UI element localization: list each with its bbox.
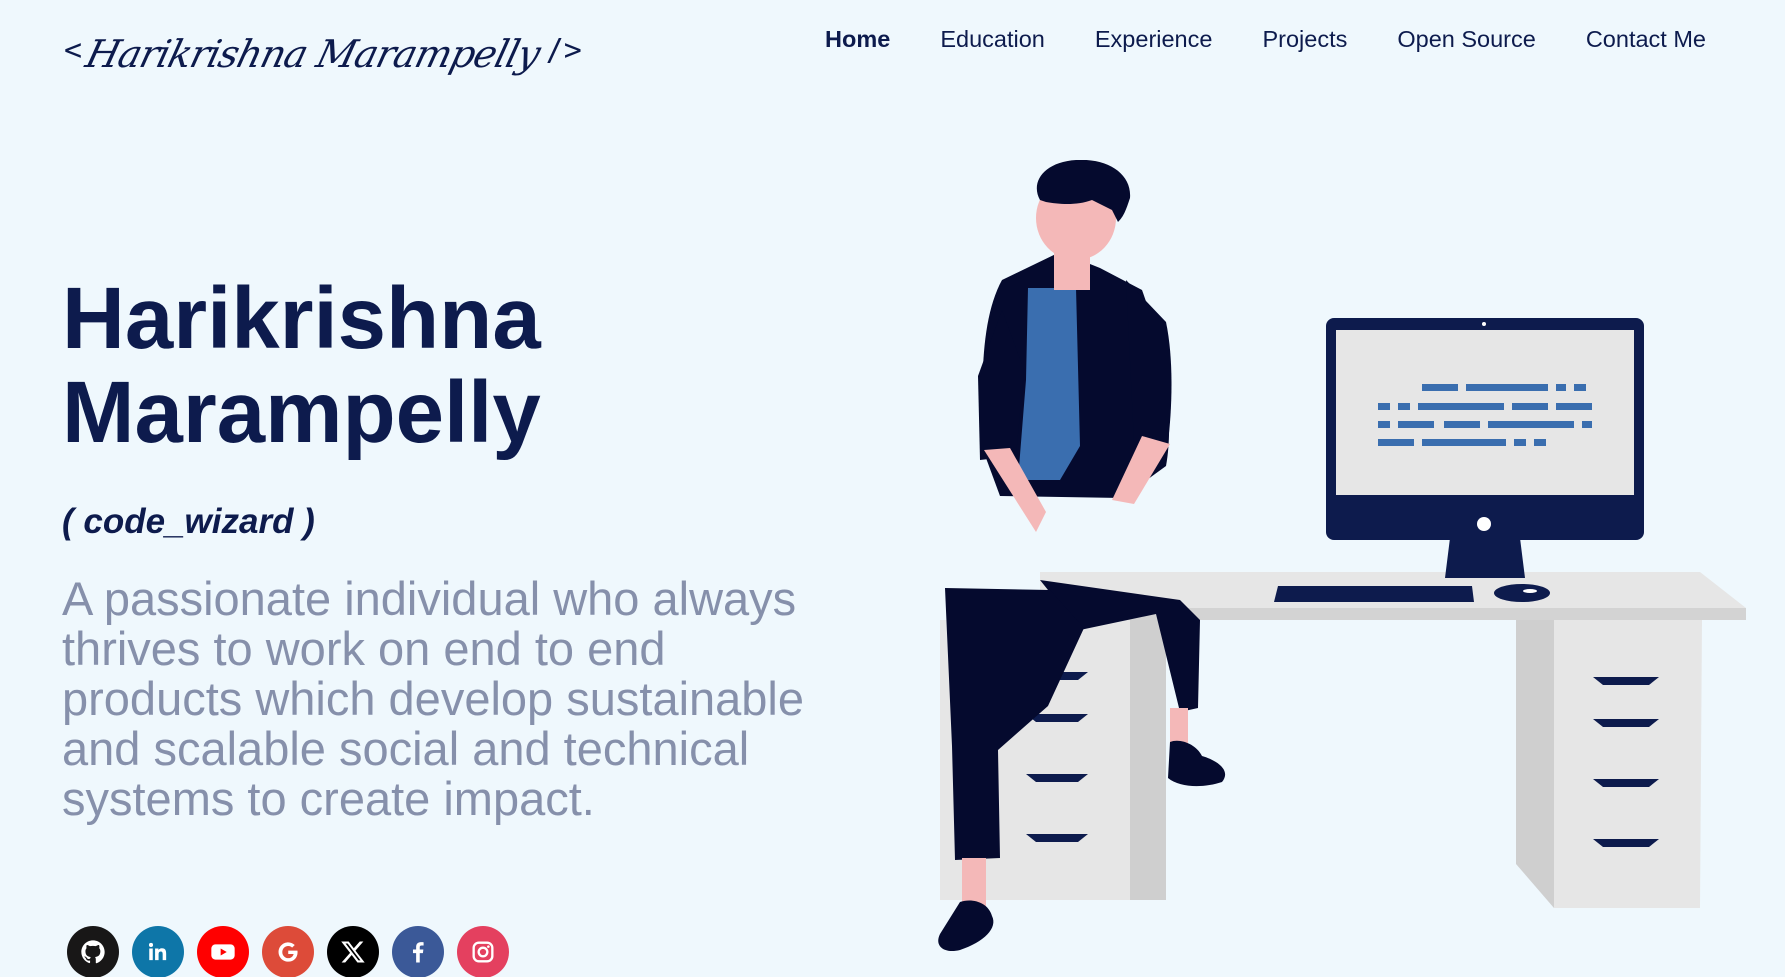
logo-signature: Harikrishna Marampelly	[81, 32, 545, 76]
instagram-icon	[472, 941, 494, 963]
linkedin-icon	[148, 942, 167, 961]
developer-illustration	[938, 160, 1746, 952]
nav-projects[interactable]: Projects	[1237, 18, 1372, 61]
github-icon	[81, 940, 105, 964]
facebook-link[interactable]	[392, 926, 444, 977]
logo-link[interactable]: < Harikrishna Marampelly />	[64, 10, 582, 90]
facebook-icon	[412, 942, 424, 963]
left-drawer-handle-4	[1026, 834, 1088, 842]
logo-open-bracket: <	[64, 32, 83, 68]
main-nav: Home Education Experience Projects Open …	[800, 18, 1731, 61]
right-drawer-handle-4	[1593, 839, 1659, 847]
hero-name: Harikrishna Marampelly	[62, 270, 541, 461]
monitor-stand	[1445, 538, 1525, 578]
right-cabinet-front	[1554, 620, 1702, 908]
mouse	[1494, 584, 1550, 602]
youtube-link[interactable]	[197, 926, 249, 977]
page: < Harikrishna Marampelly /> Home Educati…	[0, 0, 1785, 977]
linkedin-link[interactable]	[132, 926, 184, 977]
nav-home[interactable]: Home	[800, 18, 915, 61]
x-link[interactable]	[327, 926, 379, 977]
left-cabinet-side	[1128, 620, 1166, 900]
google-link[interactable]	[262, 926, 314, 977]
nav-experience[interactable]: Experience	[1070, 18, 1238, 61]
nav-contact-me[interactable]: Contact Me	[1561, 18, 1731, 61]
monitor-camera	[1482, 322, 1486, 326]
hero-description: A passionate individual who always thriv…	[62, 572, 805, 825]
google-icon	[278, 942, 298, 962]
nav-open-source[interactable]: Open Source	[1372, 18, 1560, 61]
social-links	[67, 926, 509, 977]
person-back-shoe	[1168, 740, 1226, 787]
youtube-icon	[211, 944, 235, 960]
instagram-link[interactable]	[457, 926, 509, 977]
person-back-ankle	[1170, 708, 1188, 744]
x-icon	[341, 941, 365, 963]
logo-close-bracket: />	[545, 32, 582, 68]
person-right-arm	[1126, 280, 1172, 442]
right-drawer-handle-3	[1593, 779, 1659, 787]
hero-alias: ( code_wizard )	[62, 502, 315, 541]
nav-education[interactable]: Education	[915, 18, 1070, 61]
right-drawer-handle-2	[1593, 719, 1659, 727]
monitor-button	[1477, 517, 1491, 531]
left-drawer-handle-3	[1026, 774, 1088, 782]
monitor-screen	[1336, 330, 1634, 495]
right-cabinet-side	[1516, 620, 1554, 908]
person-front-shoe	[938, 900, 994, 952]
person-front-ankle	[962, 858, 986, 908]
keyboard	[1274, 586, 1474, 602]
github-link[interactable]	[67, 926, 119, 977]
right-drawer-handle-1	[1593, 677, 1659, 685]
